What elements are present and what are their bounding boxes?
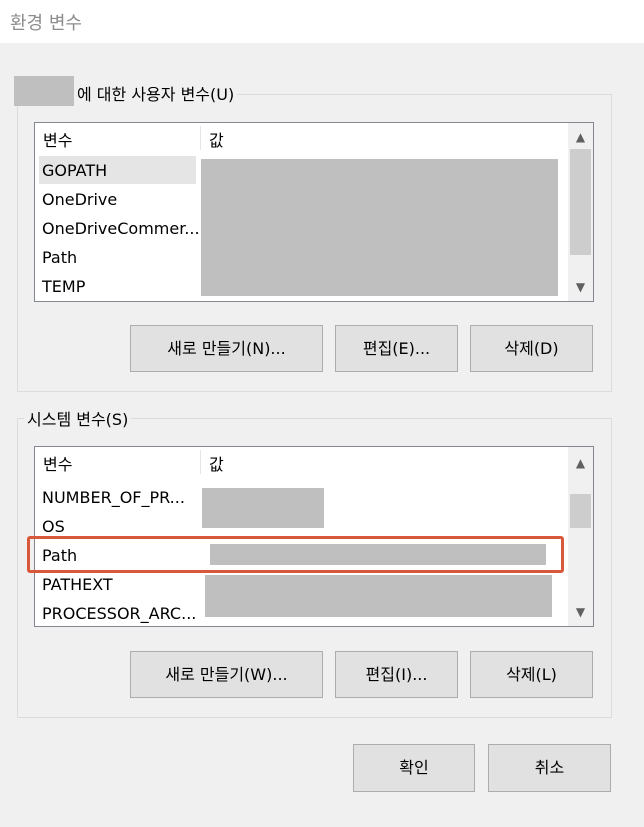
cancel-button[interactable]: 취소 — [488, 744, 611, 792]
variable-name: OS — [42, 517, 65, 536]
variable-name: OneDriveCommer... — [42, 219, 200, 238]
column-header-value[interactable]: 값 — [209, 127, 224, 151]
variable-name: PROCESSOR_ARC... — [42, 604, 197, 623]
variable-name: NUMBER_OF_PR... — [42, 488, 185, 507]
redacted-username — [14, 76, 74, 106]
redacted-values — [201, 159, 558, 296]
column-header-variable[interactable]: 변수 — [43, 451, 72, 475]
ok-button[interactable]: 확인 — [353, 744, 475, 792]
vertical-scrollbar[interactable]: ▲ ▼ — [568, 447, 593, 626]
window-title: 환경 변수 — [10, 13, 82, 34]
path-row-highlight — [27, 536, 564, 573]
title-bar: 환경 변수 — [0, 0, 644, 43]
user-edit-button[interactable]: 편집(E)... — [335, 325, 458, 372]
redacted-value — [202, 488, 324, 528]
scroll-up-icon[interactable]: ▲ — [568, 125, 593, 149]
system-edit-button[interactable]: 편집(I)... — [335, 651, 458, 698]
variable-name: PATHEXT — [42, 575, 113, 594]
user-delete-button[interactable]: 삭제(D) — [470, 325, 593, 372]
list-header: 변수 값 — [35, 123, 593, 151]
variable-name: TEMP — [42, 277, 86, 296]
scroll-down-icon[interactable]: ▼ — [568, 275, 593, 299]
vertical-scrollbar[interactable]: ▲ ▼ — [568, 123, 593, 301]
scroll-thumb[interactable] — [570, 149, 591, 255]
scroll-down-icon[interactable]: ▼ — [568, 600, 593, 624]
scroll-up-icon[interactable]: ▲ — [568, 451, 593, 475]
variable-name: OneDrive — [42, 190, 118, 209]
variable-name: GOPATH — [42, 161, 108, 180]
user-variables-list[interactable]: 변수 값 GOPATH OneDrive OneDriveCommer... P… — [34, 122, 594, 302]
list-header: 변수 값 — [35, 447, 593, 475]
system-delete-button[interactable]: 삭제(L) — [470, 651, 593, 698]
user-variables-legend: 에 대한 사용자 변수(U) — [74, 85, 238, 105]
system-variables-legend: 시스템 변수(S) — [24, 410, 132, 430]
redacted-value — [205, 575, 552, 617]
column-header-value[interactable]: 값 — [209, 451, 224, 475]
variable-name: Path — [42, 248, 78, 267]
user-new-button[interactable]: 새로 만들기(N)... — [130, 325, 323, 372]
column-header-variable[interactable]: 변수 — [43, 127, 72, 151]
system-new-button[interactable]: 새로 만들기(W)... — [130, 651, 323, 698]
scroll-thumb[interactable] — [570, 494, 591, 528]
